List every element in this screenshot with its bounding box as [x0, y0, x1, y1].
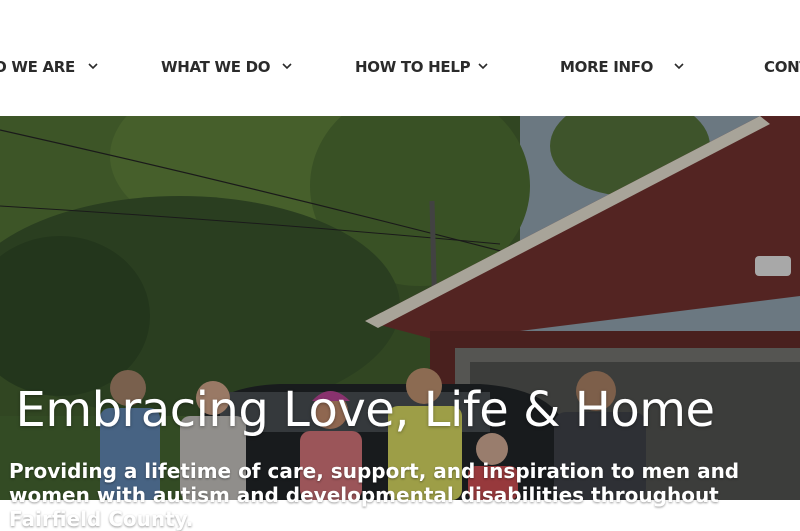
nav-item-label: O WE ARE	[0, 58, 75, 76]
nav-item-how-to-help[interactable]: HOW TO HELP	[355, 55, 488, 79]
nav-item-label: CONT	[764, 58, 800, 76]
main-navigation: O WE ARE WHAT WE DO HOW TO HELP MORE INF…	[0, 0, 800, 116]
chevron-down-icon[interactable]	[670, 57, 688, 75]
chevron-down-icon[interactable]	[278, 57, 296, 75]
nav-item-contact[interactable]: CONT	[764, 55, 800, 79]
chevron-down-icon[interactable]	[474, 57, 492, 75]
hero-title: Embracing Love, Life & Home	[15, 382, 716, 438]
hero-photo	[0, 116, 800, 500]
nav-item-who-we-are[interactable]: O WE ARE	[0, 55, 98, 79]
nav-item-more-info[interactable]: MORE INFO	[560, 55, 684, 79]
nav-item-what-we-do[interactable]: WHAT WE DO	[161, 55, 292, 79]
nav-item-label: MORE INFO	[560, 58, 654, 76]
nav-item-label: HOW TO HELP	[355, 58, 471, 76]
chevron-down-icon[interactable]	[84, 57, 102, 75]
nav-item-label: WHAT WE DO	[161, 58, 271, 76]
hero-subtitle: Providing a lifetime of care, support, a…	[9, 459, 740, 531]
hero-banner	[0, 116, 800, 500]
